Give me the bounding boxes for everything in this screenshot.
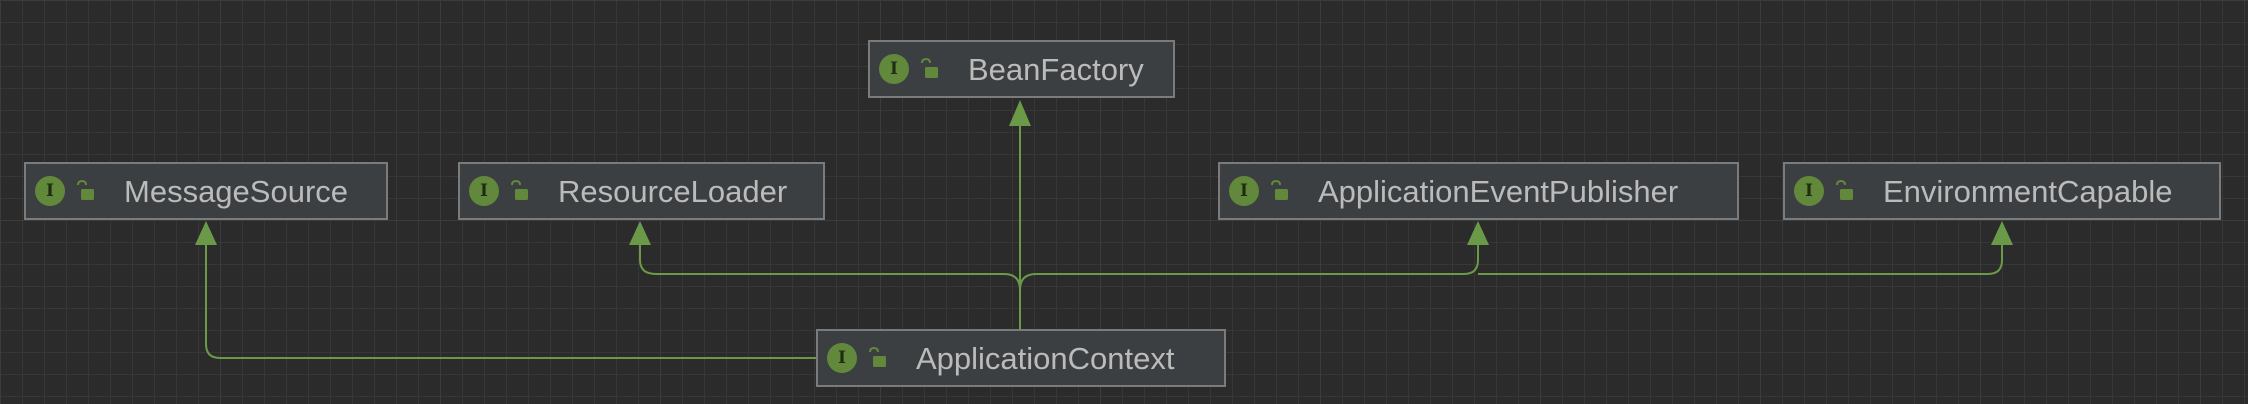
node-environment-capable[interactable]: I EnvironmentCapable: [1783, 162, 2221, 220]
arrowhead-application-event-publisher: [1467, 221, 1489, 245]
edge-application-context-to-message-source: [205, 243, 817, 359]
node-resource-loader[interactable]: I ResourceLoader: [458, 162, 825, 220]
edge-application-context-to-environment-capable: [1478, 243, 2003, 275]
arrowhead-message-source: [195, 221, 217, 245]
node-bean-factory[interactable]: I BeanFactory: [868, 40, 1175, 98]
interface-icon: I: [1229, 176, 1259, 206]
arrowhead-resource-loader: [629, 221, 651, 245]
node-label: MessageSource: [124, 173, 349, 209]
arrowhead-bean-factory: [1009, 100, 1031, 126]
public-lock-icon: [1836, 180, 1853, 200]
node-application-context[interactable]: I ApplicationContext: [816, 329, 1226, 387]
public-lock-icon: [77, 180, 94, 200]
node-label: BeanFactory: [968, 51, 1144, 87]
interface-icon: I: [35, 176, 65, 206]
node-application-event-publisher[interactable]: I ApplicationEventPublisher: [1218, 162, 1739, 220]
interface-icon: I: [1794, 176, 1824, 206]
node-label: ApplicationContext: [916, 340, 1175, 376]
arrowhead-environment-capable: [1991, 221, 2013, 245]
node-message-source[interactable]: I MessageSource: [24, 162, 388, 220]
edge-application-context-to-application-event-publisher: [1019, 243, 1479, 291]
interface-icon: I: [827, 343, 857, 373]
node-label: ResourceLoader: [558, 173, 788, 209]
node-label: ApplicationEventPublisher: [1318, 173, 1679, 209]
public-lock-icon: [1271, 180, 1288, 200]
edge-application-context-to-resource-loader: [639, 243, 1021, 329]
public-lock-icon: [869, 347, 886, 367]
interface-icon: I: [879, 54, 909, 84]
node-label: EnvironmentCapable: [1883, 173, 2173, 209]
public-lock-icon: [921, 58, 938, 78]
interface-icon: I: [469, 176, 499, 206]
public-lock-icon: [511, 180, 528, 200]
